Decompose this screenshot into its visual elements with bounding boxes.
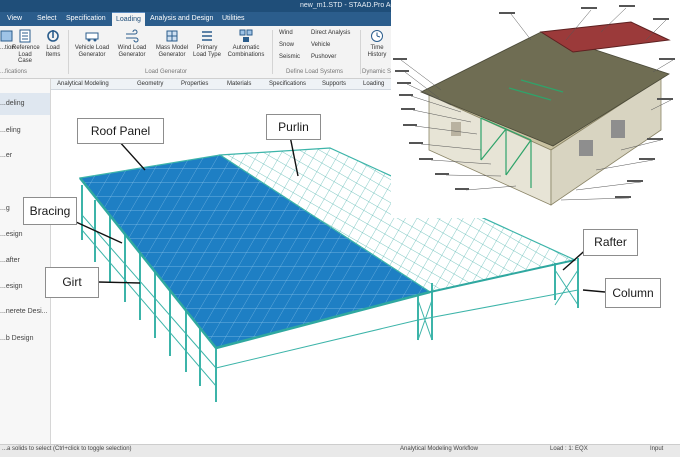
callout-bracing: Bracing <box>23 197 77 225</box>
tab-specification[interactable]: Specification <box>62 12 110 26</box>
time-history-icon <box>371 30 383 42</box>
status-workflow: Analytical Modeling Workflow <box>400 446 478 452</box>
primary-load-type-button[interactable]: Primary Load Type <box>192 29 222 58</box>
tab-supports[interactable]: Supports <box>322 79 346 89</box>
wind-load-generator-button[interactable]: Wind Load Generator <box>114 29 150 58</box>
page-control-tabs: Analytical Modeling Geometry Properties … <box>51 79 391 90</box>
status-load: Load : 1: EQX <box>550 446 588 452</box>
status-input: Input <box>650 446 664 452</box>
callout-column: Column <box>605 278 661 308</box>
vehicle-icon <box>85 32 99 42</box>
ribbon-separator <box>272 30 273 74</box>
callout-girt: Girt <box>45 267 99 298</box>
tab-view[interactable]: View <box>3 12 26 26</box>
load-items-icon <box>47 30 59 42</box>
callout-roof-panel: Roof Panel <box>77 118 164 144</box>
primary-load-type-label: Primary Load Type <box>193 45 221 58</box>
tab-analytical-modeling[interactable]: Analytical Modeling <box>57 79 109 89</box>
ribbon-button-partial[interactable]: ...tion <box>0 29 15 52</box>
group-define-load-systems: Define Load Systems <box>286 69 344 75</box>
wind-icon <box>126 29 139 43</box>
tab-loading[interactable]: Loading <box>112 12 145 26</box>
vehicle-load-generator-label: Vehicle Load Generator <box>74 45 110 58</box>
automatic-combinations-icon <box>239 29 253 42</box>
load-items-button[interactable]: Load Items <box>42 29 64 58</box>
direct-analysis-menu-item[interactable]: Direct Analysis <box>311 30 350 36</box>
reference-load-case-label: Reference Load Case <box>12 45 40 64</box>
load-items-label: Load Items <box>45 45 61 58</box>
tab-geometry[interactable]: Geometry <box>137 79 163 89</box>
callout-purlin: Purlin <box>266 114 321 140</box>
workflow-item-connection-design[interactable]: ...esign <box>0 231 23 238</box>
building-render-image <box>393 5 675 206</box>
mass-model-generator-button[interactable]: Mass Model Generator <box>153 29 191 58</box>
building-render-inset <box>391 0 680 218</box>
time-history-button[interactable]: Time History <box>364 29 390 58</box>
tab-specifications[interactable]: Specifications <box>269 79 306 89</box>
mass-model-icon <box>166 30 178 42</box>
tab-loading-sub[interactable]: Loading <box>363 79 384 89</box>
group-specifications: ...fications <box>0 69 28 75</box>
tab-utilities[interactable]: Utilities <box>218 12 249 26</box>
workflow-item-steel-design[interactable]: ...esign <box>0 283 23 290</box>
wind-menu-item[interactable]: Wind <box>279 30 293 36</box>
pushover-menu-item[interactable]: Pushover <box>311 54 336 60</box>
workflow-item-concrete-design[interactable]: ...nerete Desi... <box>0 308 47 315</box>
vehicle-menu-item[interactable]: Vehicle <box>311 42 330 48</box>
time-history-label: Time History <box>367 45 387 58</box>
vehicle-load-generator-button[interactable]: Vehicle Load Generator <box>72 29 112 58</box>
ribbon-separator <box>360 30 361 74</box>
workflow-item-slab-design[interactable]: ...b Design <box>0 335 33 342</box>
workflow-panel: ...deling ...eling ...er ...g ...esign .… <box>0 79 51 444</box>
tab-properties[interactable]: Properties <box>181 79 208 89</box>
seismic-menu-item[interactable]: Seismic <box>279 54 300 60</box>
workflow-item-physical-modeling[interactable]: ...eling <box>0 127 21 134</box>
workflow-item-viewer[interactable]: ...er <box>0 152 12 159</box>
workflow-item-rafter[interactable]: ...after <box>0 257 20 264</box>
reference-load-case-icon <box>19 29 31 43</box>
staad-pro-window: new_m1.STD - STAAD.Pro Advan View Select… <box>0 0 680 457</box>
automatic-combinations-button[interactable]: Automatic Combinations <box>223 29 269 58</box>
automatic-combinations-label: Automatic Combinations <box>227 45 265 58</box>
callout-rafter: Rafter <box>583 229 638 256</box>
status-message: ...a solids to select (Ctrl+click to tog… <box>2 446 132 452</box>
group-load-generator: Load Generator <box>145 69 188 75</box>
snow-menu-item[interactable]: Snow <box>279 42 294 48</box>
primary-load-type-icon <box>202 31 212 41</box>
tab-select[interactable]: Select <box>33 12 60 26</box>
ribbon-separator <box>68 30 69 74</box>
tab-analysis-and-design[interactable]: Analysis and Design <box>146 12 217 26</box>
mass-model-generator-label: Mass Model Generator <box>155 45 189 58</box>
reference-load-case-button[interactable]: Reference Load Case <box>12 29 40 65</box>
window-title: new_m1.STD - STAAD.Pro Advan <box>300 2 406 9</box>
workflow-item-building-planner[interactable]: ...g <box>0 205 10 212</box>
tab-materials[interactable]: Materials <box>227 79 251 89</box>
workflow-item-analytical-modeling[interactable]: ...deling <box>0 93 50 115</box>
status-bar: ...a solids to select (Ctrl+click to tog… <box>0 444 680 457</box>
wind-load-generator-label: Wind Load Generator <box>117 45 147 58</box>
